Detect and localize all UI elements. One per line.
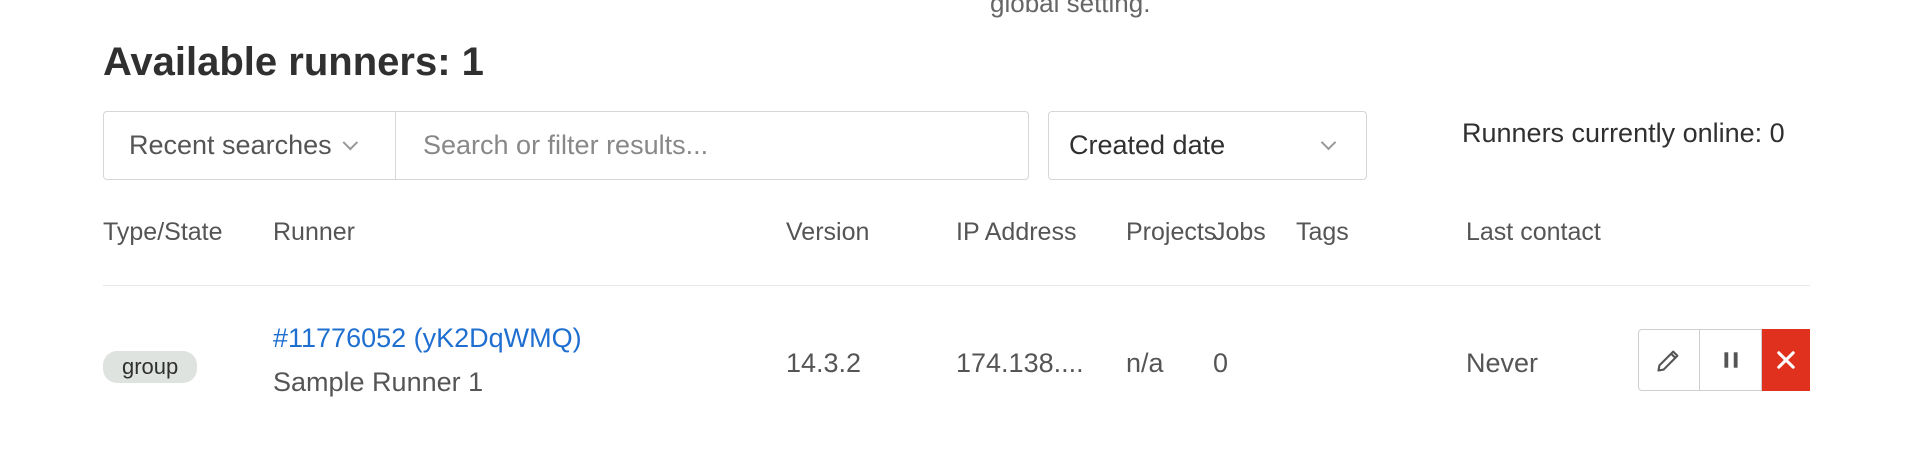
chevron-down-icon	[342, 134, 358, 151]
column-header-runner: Runner	[273, 218, 355, 246]
pause-icon	[1723, 352, 1738, 368]
close-icon	[1776, 351, 1795, 369]
runners-online-status: Runners currently online: 0	[1462, 118, 1785, 148]
runner-projects: n/a	[1126, 348, 1164, 378]
settings-note-fragment: global setting.	[990, 0, 1151, 18]
edit-runner-button[interactable]	[1638, 329, 1700, 391]
table-header-divider	[103, 285, 1810, 286]
runner-jobs: 0	[1213, 348, 1229, 378]
column-header-last-contact: Last contact	[1466, 218, 1601, 246]
column-header-projects: Projects	[1126, 218, 1217, 246]
filter-bar: Recent searches	[103, 111, 1029, 180]
chevron-down-icon	[1320, 134, 1337, 151]
column-header-jobs: Jobs	[1213, 218, 1266, 246]
runner-link[interactable]: #11776052 (yK2DqWMQ)	[273, 323, 582, 354]
runner-last-contact: Never	[1466, 348, 1539, 378]
sort-dropdown[interactable]: Created date	[1048, 111, 1367, 180]
column-header-version: Version	[786, 218, 870, 246]
available-runners-heading: Available runners: 1	[103, 40, 484, 84]
remove-runner-button[interactable]	[1762, 329, 1810, 391]
column-header-ip-address: IP Address	[956, 218, 1077, 246]
runner-version: 14.3.2	[786, 348, 862, 378]
column-header-tags: Tags	[1296, 218, 1349, 246]
runner-ip-address: 174.138....	[956, 348, 1084, 378]
runners-page: global setting. Available runners: 1 Rec…	[0, 0, 1908, 450]
runner-description: Sample Runner 1	[273, 367, 484, 397]
sort-selected-label: Created date	[1069, 130, 1226, 160]
pause-runner-button[interactable]	[1700, 329, 1762, 391]
recent-searches-label: Recent searches	[129, 130, 332, 160]
search-input[interactable]	[396, 112, 1028, 179]
column-header-type-state: Type/State	[103, 218, 223, 246]
pencil-icon	[1657, 350, 1679, 372]
runner-type-badge: group	[103, 351, 198, 383]
recent-searches-dropdown[interactable]: Recent searches	[104, 112, 396, 179]
runner-actions	[1638, 329, 1810, 391]
